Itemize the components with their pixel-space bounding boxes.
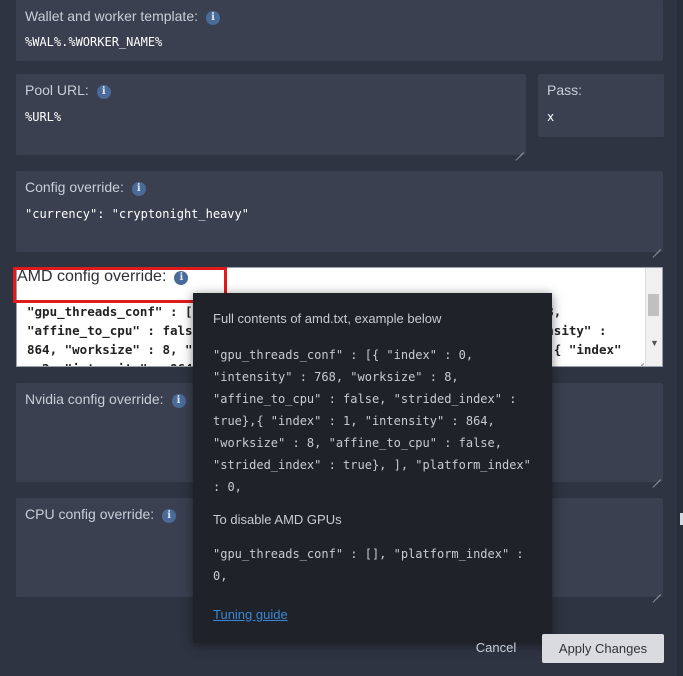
resize-handle-icon[interactable]	[652, 586, 661, 595]
pass-label: Pass:	[547, 82, 583, 98]
window-edge	[677, 0, 683, 676]
nvidia-config-override-label: Nvidia config override: i	[25, 391, 186, 408]
cancel-button[interactable]: Cancel	[468, 634, 524, 662]
amd-scrollbar[interactable]: ▼	[645, 268, 662, 366]
cpu-config-override-label: CPU config override: i	[25, 506, 177, 523]
config-override-value[interactable]: "currency": "cryptonight_heavy"	[25, 207, 249, 221]
wallet-template-label: Wallet and worker template: i	[25, 8, 220, 25]
resize-handle-icon[interactable]	[515, 144, 524, 153]
resize-handle-icon[interactable]	[652, 241, 661, 250]
tuning-guide-link[interactable]: Tuning guide	[213, 607, 288, 622]
tooltip-disable-title: To disable AMD GPUs	[213, 512, 342, 527]
info-icon[interactable]: i	[206, 11, 220, 25]
scroll-down-arrow-icon[interactable]: ▼	[650, 338, 659, 348]
info-icon[interactable]: i	[162, 509, 177, 523]
info-icon[interactable]: i	[171, 394, 186, 408]
tooltip-title: Full contents of amd.txt, example below	[213, 311, 442, 326]
amd-scrollbar-thumb[interactable]	[648, 294, 659, 316]
info-icon[interactable]: i	[96, 85, 111, 99]
config-override-label: Config override: i	[25, 179, 146, 196]
pass-value[interactable]: x	[547, 110, 554, 124]
wallet-template-value[interactable]: %WAL%.%WORKER_NAME%	[25, 35, 162, 49]
apply-changes-button[interactable]: Apply Changes	[542, 634, 664, 663]
tooltip-example-code: "gpu_threads_conf" : [{ "index" : 0, "in…	[213, 348, 531, 494]
wallet-template-field[interactable]: Wallet and worker template: i %WAL%.%WORK…	[16, 0, 663, 61]
resize-handle-icon[interactable]	[635, 355, 644, 364]
pool-url-value[interactable]: %URL%	[25, 110, 61, 124]
info-icon[interactable]: i	[131, 182, 146, 196]
amd-config-tooltip: Full contents of amd.txt, example below …	[193, 293, 552, 643]
resize-handle-icon[interactable]	[652, 471, 661, 480]
tooltip-disable-code: "gpu_threads_conf" : [], "platform_index…	[213, 547, 524, 583]
config-override-field[interactable]: Config override: i "currency": "cryptonig…	[16, 171, 663, 252]
pool-url-label: Pool URL: i	[25, 82, 111, 99]
pass-field[interactable]: Pass: x	[538, 74, 664, 137]
pool-url-field[interactable]: Pool URL: i %URL%	[16, 74, 526, 155]
